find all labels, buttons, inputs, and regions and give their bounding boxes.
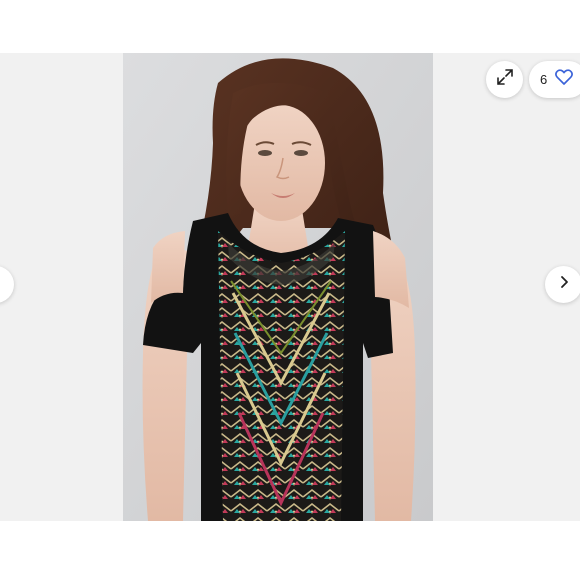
- like-button[interactable]: 6: [529, 61, 580, 98]
- like-count: 6: [540, 72, 548, 87]
- product-photo[interactable]: [123, 53, 433, 521]
- product-photo-graphic: [123, 53, 433, 521]
- expand-button[interactable]: [486, 61, 523, 98]
- chevron-right-icon: [557, 275, 571, 294]
- next-image-button[interactable]: [545, 266, 580, 303]
- chevron-left-icon: [0, 275, 3, 294]
- heart-outline-icon: [555, 69, 574, 90]
- image-stage: [0, 53, 580, 521]
- image-viewer: 6: [0, 0, 580, 580]
- expand-arrows-icon: [496, 68, 514, 91]
